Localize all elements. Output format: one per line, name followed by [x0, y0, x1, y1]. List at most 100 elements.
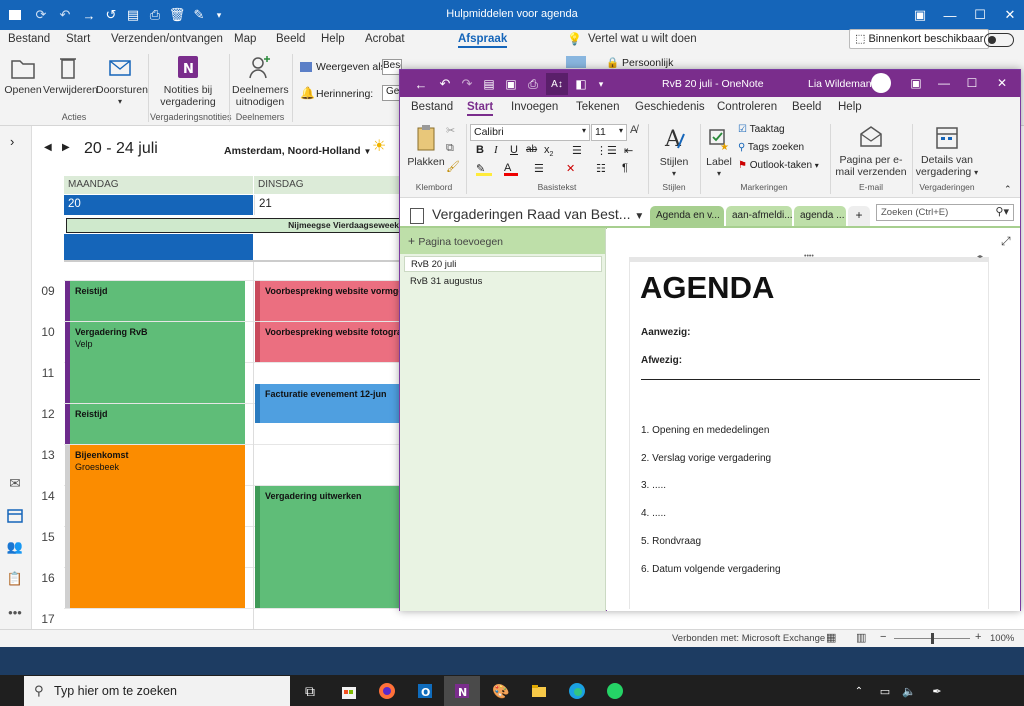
document-icon[interactable]: ▤	[124, 6, 142, 24]
undo-arrow-icon[interactable]: ↺	[102, 6, 120, 24]
invite-attendees-button[interactable]: Deelnemers uitnodigen	[232, 52, 289, 108]
normal-view-icon[interactable]: ▦	[826, 631, 836, 644]
dock-icon[interactable]: ◧	[572, 75, 590, 93]
maximize-icon[interactable]: ☐	[968, 5, 992, 25]
font-size-select[interactable]: 11 ▾	[591, 124, 627, 141]
menu-beeld[interactable]: Beeld	[276, 33, 305, 45]
on-menu-tekenen[interactable]: Tekenen	[576, 101, 619, 113]
cut-icon[interactable]: ✂	[446, 124, 455, 137]
refresh-icon[interactable]: ⟳	[32, 6, 50, 24]
highlight-icon[interactable]: ✎	[476, 162, 492, 176]
zoom-in-icon[interactable]: +	[975, 631, 981, 643]
all-day-cell-monday[interactable]	[64, 234, 253, 260]
undo-icon[interactable]: ↶	[56, 6, 74, 24]
format-painter-icon[interactable]: 🖌	[446, 160, 460, 173]
agenda-item[interactable]: 5. Rondvraag	[641, 536, 701, 547]
weather-location[interactable]: Amsterdam, Noord-Holland ▼	[224, 145, 371, 157]
bullets-icon[interactable]: ☰	[572, 144, 582, 157]
page-heading[interactable]: AGENDA	[640, 270, 774, 306]
calendar-event[interactable]: Voorbespreking website fotografie |	[255, 322, 401, 362]
delete-button[interactable]: Verwijderen	[43, 52, 98, 96]
absent-label[interactable]: Afwezig:	[641, 355, 682, 366]
all-day-event[interactable]: Nijmeegse Vierdaagseweek	[66, 218, 402, 233]
numbering-icon[interactable]: ⋮☰	[596, 144, 617, 157]
edit-icon[interactable]: ✎	[190, 6, 208, 24]
close-icon[interactable]: ✕	[992, 74, 1012, 92]
subscript-button[interactable]: x2	[544, 144, 553, 158]
clear-formatting-icon[interactable]: A̸	[630, 124, 637, 136]
reading-view-icon[interactable]: ▥	[856, 631, 866, 644]
menu-acrobat[interactable]: Acrobat	[365, 33, 405, 45]
calendar-event[interactable]: Vergadering uitwerken	[255, 486, 401, 608]
section-tab-agenda[interactable]: Agenda en v...	[650, 206, 724, 228]
paint-icon[interactable]: 🎨	[488, 678, 514, 704]
copy-icon[interactable]: ⧉	[446, 142, 454, 155]
mail-icon[interactable]: ✉	[4, 472, 26, 494]
find-tags-button[interactable]: ⚲ Tags zoeken	[738, 142, 804, 153]
present-label[interactable]: Aanwezig:	[641, 327, 690, 338]
private-button[interactable]: 🔒 Persoonlijk	[606, 56, 673, 69]
container-resize-icon[interactable]: ◂▸	[977, 253, 983, 260]
minimize-icon[interactable]: —	[938, 5, 962, 25]
calendar-icon[interactable]	[4, 504, 26, 526]
coming-soon-toggle[interactable]	[984, 33, 1014, 47]
task-view-icon[interactable]: ⧉	[297, 678, 323, 704]
on-menu-controleren[interactable]: Controleren	[717, 101, 777, 113]
zoom-slider-thumb[interactable]	[931, 633, 934, 644]
battery-icon[interactable]: ▭	[876, 684, 894, 698]
todo-tag-button[interactable]: ☑ Taaktag	[738, 124, 785, 135]
save-icon[interactable]: ▣	[502, 75, 520, 93]
expand-icon[interactable]: ⤢	[1001, 234, 1011, 249]
font-color-icon[interactable]: A	[504, 162, 518, 176]
zoom-out-icon[interactable]: −	[880, 631, 886, 643]
add-section-button[interactable]: +	[848, 206, 870, 228]
bold-button[interactable]: B	[476, 144, 484, 156]
undo-icon[interactable]: ↶	[436, 75, 454, 93]
tell-me-input[interactable]: Vertel wat u wilt doen	[588, 33, 697, 45]
start-button[interactable]	[0, 677, 24, 705]
taskbar-search[interactable]: ⚲ Typ hier om te zoeken	[24, 676, 290, 706]
on-menu-bestand[interactable]: Bestand	[411, 101, 453, 113]
calendar-event[interactable]: Bijeenkomst Groesbeek	[65, 445, 245, 608]
print-icon[interactable]: ⎙	[524, 75, 542, 93]
page-item-selected[interactable]: RvB 20 juli	[404, 256, 602, 272]
customize-qat-icon[interactable]: ▾	[594, 75, 608, 93]
add-page-button[interactable]: + Pagina toevoegen	[400, 228, 605, 254]
day-number-monday[interactable]: 20	[64, 195, 253, 215]
on-menu-invoegen[interactable]: Invoegen	[511, 101, 558, 113]
calendar-event[interactable]: Reistijd	[65, 404, 245, 444]
print-icon[interactable]: ⎙	[146, 6, 164, 24]
list-style-icon[interactable]: ☷	[596, 162, 606, 175]
menu-help[interactable]: Help	[321, 33, 345, 45]
underline-button[interactable]: U	[510, 144, 518, 156]
people-icon[interactable]: 👥	[4, 536, 26, 558]
section-tab-afmelding[interactable]: aan-afmeldi...	[726, 206, 792, 228]
menu-start[interactable]: Start	[66, 33, 90, 45]
on-menu-start[interactable]: Start	[467, 101, 494, 116]
calendar-event[interactable]: Voorbespreking website vormgeving	[255, 281, 401, 321]
font-family-select[interactable]: Calibri ▾	[470, 124, 590, 141]
align-icon[interactable]: ☰	[534, 162, 544, 175]
avatar[interactable]	[871, 73, 891, 93]
meeting-details-button[interactable]: Details van vergadering ▾	[914, 122, 980, 179]
paragraph-icon[interactable]: ¶	[622, 162, 628, 174]
pen-icon[interactable]: ✒	[928, 684, 946, 698]
minimize-icon[interactable]: —	[934, 74, 954, 92]
tasks-icon[interactable]: 📋	[4, 568, 26, 590]
whatsapp-icon[interactable]	[602, 678, 628, 704]
next-week-icon[interactable]: ▶	[62, 142, 70, 153]
volume-icon[interactable]: 🔈	[900, 684, 918, 698]
font-size-icon[interactable]: A↕	[546, 73, 568, 95]
calendar-event[interactable]: Vergadering RvB Velp	[65, 322, 245, 403]
maximize-icon[interactable]: ☐	[962, 74, 982, 92]
chevron-up-icon[interactable]: ⌃	[852, 684, 866, 698]
on-menu-help[interactable]: Help	[838, 101, 862, 113]
calendar-event[interactable]: Facturatie evenement 12-jun	[255, 384, 401, 423]
styles-button[interactable]: A Stijlen ▾	[652, 122, 696, 180]
tag-button[interactable]: ★ Label ▾	[702, 122, 736, 180]
on-menu-beeld[interactable]: Beeld	[792, 101, 821, 113]
file-explorer-icon[interactable]	[526, 678, 552, 704]
categorize-icon[interactable]	[566, 56, 586, 68]
edge-icon[interactable]	[564, 678, 590, 704]
page-item[interactable]: RvB 31 augustus	[404, 274, 602, 290]
